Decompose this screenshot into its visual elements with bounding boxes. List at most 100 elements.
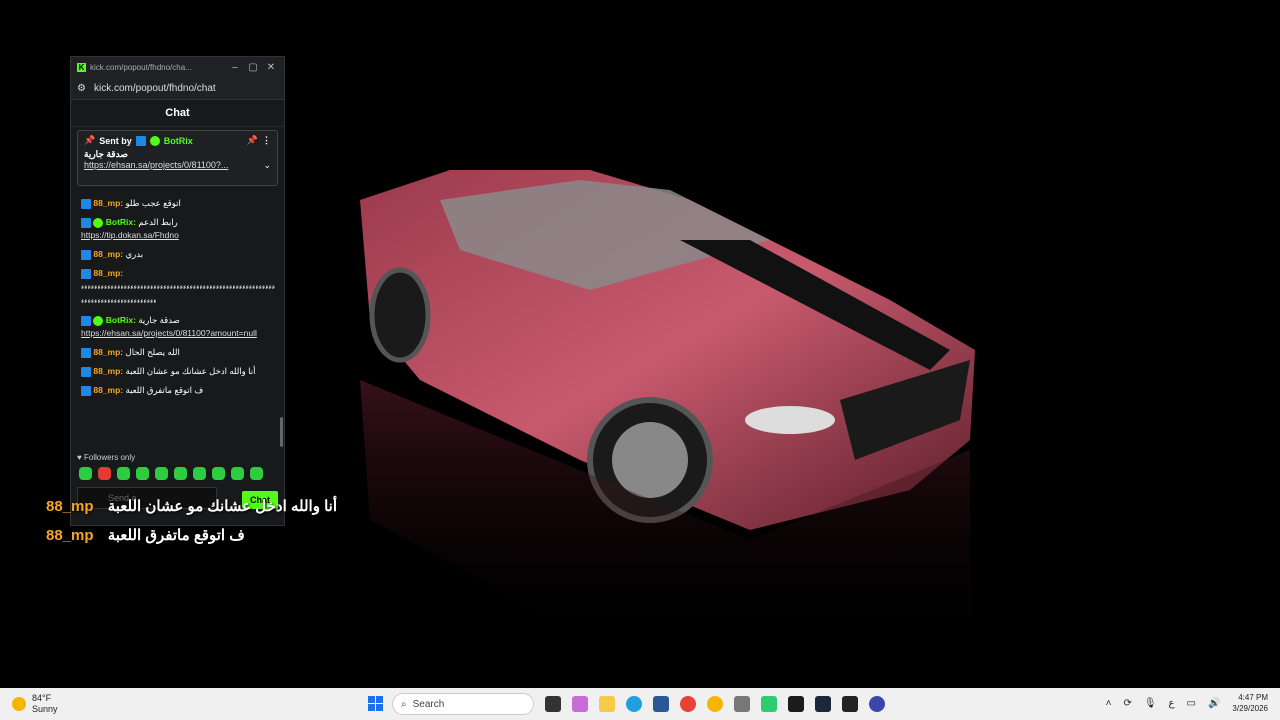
network-icon[interactable]: ▭ bbox=[1187, 698, 1196, 709]
pinned-user[interactable]: BotRix bbox=[164, 136, 193, 146]
weather-widget[interactable]: 84°F Sunny bbox=[12, 693, 58, 715]
steam-icon[interactable] bbox=[815, 696, 831, 712]
chat-message: BotRix: رابط الدعم https://tip.dokan.sa/… bbox=[81, 216, 276, 242]
site-settings-icon[interactable]: ⚙ bbox=[77, 83, 86, 94]
overlay-message: 88_mp ف اتوقع ماتفرق اللعبة bbox=[46, 526, 245, 544]
message-user[interactable]: 88_mp: bbox=[93, 347, 123, 357]
weather-condition: Sunny bbox=[32, 704, 58, 714]
message-user[interactable]: 88_mp: bbox=[93, 268, 123, 278]
chat-popout-window: K kick.com/popout/fhdno/cha... – ▢ ✕ ⚙ k… bbox=[70, 56, 285, 526]
sync-icon[interactable]: ⟳ bbox=[1123, 698, 1131, 709]
user-badge-icon bbox=[81, 315, 91, 326]
address-bar[interactable]: ⚙ kick.com/popout/fhdno/chat bbox=[71, 77, 284, 100]
pin-icon: 📌 bbox=[84, 135, 96, 145]
chat-message: 88_mp: الله يصلح الحال bbox=[81, 346, 276, 359]
emote-icon[interactable] bbox=[174, 467, 187, 480]
clock-time: 4:47 PM bbox=[1238, 693, 1268, 702]
chat-scrollbar[interactable] bbox=[280, 417, 283, 447]
user-badge-icon bbox=[81, 249, 91, 260]
car-front-rim bbox=[612, 422, 688, 498]
user-badge-icon bbox=[81, 366, 91, 377]
message-link[interactable]: https://ehsan.sa/projects/0/81100?amount… bbox=[81, 328, 257, 338]
minimize-button[interactable]: – bbox=[228, 62, 242, 73]
overlay-user: 88_mp bbox=[46, 527, 94, 544]
message-user[interactable]: 88_mp: bbox=[93, 198, 123, 208]
store-icon[interactable] bbox=[653, 696, 669, 712]
weather-temp: 84°F bbox=[32, 693, 52, 703]
copilot-icon[interactable] bbox=[572, 696, 588, 712]
window-titlebar: K kick.com/popout/fhdno/cha... – ▢ ✕ bbox=[71, 57, 284, 77]
file-explorer-icon[interactable] bbox=[599, 696, 615, 712]
emote-icon[interactable] bbox=[231, 467, 244, 480]
terminal-icon[interactable] bbox=[788, 696, 804, 712]
message-user[interactable]: BotRix: bbox=[106, 217, 136, 227]
window-title: kick.com/popout/fhdno/cha... bbox=[90, 62, 192, 72]
maximize-button[interactable]: ▢ bbox=[246, 62, 260, 73]
emote-bar bbox=[79, 467, 263, 480]
app-icon[interactable] bbox=[869, 696, 885, 712]
chrome-icon[interactable] bbox=[680, 696, 696, 712]
message-user[interactable]: BotRix: bbox=[106, 315, 136, 325]
emote-icon[interactable] bbox=[155, 467, 168, 480]
message-text: رابط الدعم bbox=[138, 217, 178, 227]
followers-only-notice: ♥ Followers only bbox=[77, 453, 136, 462]
user-badge-icon bbox=[81, 268, 91, 279]
close-button[interactable]: ✕ bbox=[264, 62, 278, 73]
expand-chevron-icon[interactable]: ⌄ bbox=[263, 160, 271, 171]
clock-date: 3/29/2026 bbox=[1232, 704, 1268, 713]
clock[interactable]: 4:47 PM 3/29/2026 bbox=[1232, 692, 1268, 714]
emote-icon[interactable] bbox=[79, 467, 92, 480]
message-user[interactable]: 88_mp: bbox=[93, 249, 123, 259]
chat-message: 88_mp: بدري bbox=[81, 248, 276, 261]
chat-messages: 88_mp: اتوقع عجب طلو BotRix: رابط الدعم … bbox=[81, 197, 276, 403]
emote-icon[interactable] bbox=[136, 467, 149, 480]
taskbar-search[interactable]: ⌕ Search bbox=[392, 693, 534, 715]
address-text: kick.com/popout/fhdno/chat bbox=[93, 82, 216, 94]
pinned-sent-by: Sent by bbox=[99, 135, 132, 146]
emote-icon[interactable] bbox=[117, 467, 130, 480]
message-user[interactable]: 88_mp: bbox=[93, 385, 123, 395]
microphone-icon[interactable]: 🎙 bbox=[1144, 698, 1157, 709]
verified-badge-icon bbox=[93, 315, 104, 326]
kick-app-icon[interactable] bbox=[761, 696, 777, 712]
car-rear-wheel bbox=[369, 267, 431, 363]
edge-icon[interactable] bbox=[626, 696, 642, 712]
user-badge-icon bbox=[81, 198, 91, 209]
app-icon[interactable] bbox=[707, 696, 723, 712]
emote-icon[interactable] bbox=[98, 467, 111, 480]
message-text: ف اتوقع ماتفرق اللعبة bbox=[125, 385, 204, 395]
language-indicator[interactable]: ع bbox=[1169, 698, 1175, 709]
message-text: صدقة جارية bbox=[138, 315, 180, 325]
message-user[interactable]: 88_mp: bbox=[93, 366, 123, 376]
message-link[interactable]: https://tip.dokan.sa/Fhdno bbox=[81, 230, 179, 240]
task-view-icon[interactable] bbox=[545, 696, 561, 712]
chevron-up-icon[interactable]: ˄ bbox=[1106, 698, 1112, 709]
moderator-badge-icon bbox=[135, 135, 146, 146]
start-button[interactable] bbox=[368, 696, 383, 711]
emote-icon[interactable] bbox=[250, 467, 263, 480]
chat-message: 88_mp: اتوقع عجب طلو bbox=[81, 197, 276, 210]
taskbar-apps bbox=[545, 696, 885, 712]
message-text: الله يصلح الحال bbox=[125, 347, 180, 357]
volume-icon[interactable]: 🔊 bbox=[1208, 698, 1220, 709]
pinned-link[interactable]: https://ehsan.sa/projects/0/81100?... bbox=[84, 160, 228, 171]
emote-icon[interactable] bbox=[193, 467, 206, 480]
unpin-icon[interactable]: 📌 bbox=[247, 135, 258, 146]
message-text: بدري bbox=[125, 249, 144, 259]
pinned-text: صدقة جارية bbox=[84, 149, 128, 159]
taskbar: 84°F Sunny ⌕ Search ˄ ⟳ 🎙 ع ▭ 🔊 4:47 PM … bbox=[0, 688, 1280, 720]
settings-icon[interactable] bbox=[734, 696, 750, 712]
verified-badge-icon bbox=[149, 135, 160, 146]
chat-header: Chat bbox=[71, 100, 284, 127]
user-badge-icon bbox=[81, 217, 91, 228]
sun-icon bbox=[12, 697, 26, 711]
pinned-message[interactable]: 📌 Sent by BotRix 📌 ⋮ صدقة جارية https://… bbox=[77, 130, 278, 186]
search-icon: ⌕ bbox=[401, 698, 407, 710]
epic-games-icon[interactable] bbox=[842, 696, 858, 712]
followers-only-label: Followers only bbox=[83, 453, 136, 462]
message-text: ءءءءءءءءءءءءءءءءءءءءءءءءءءءءءءءءءءءءءءءء… bbox=[81, 284, 276, 305]
more-options-icon[interactable]: ⋮ bbox=[262, 135, 271, 146]
emote-icon[interactable] bbox=[212, 467, 225, 480]
verified-badge-icon bbox=[93, 217, 104, 228]
message-text: أنا والله ادخل عشانك مو عشان اللعبة bbox=[125, 366, 256, 376]
